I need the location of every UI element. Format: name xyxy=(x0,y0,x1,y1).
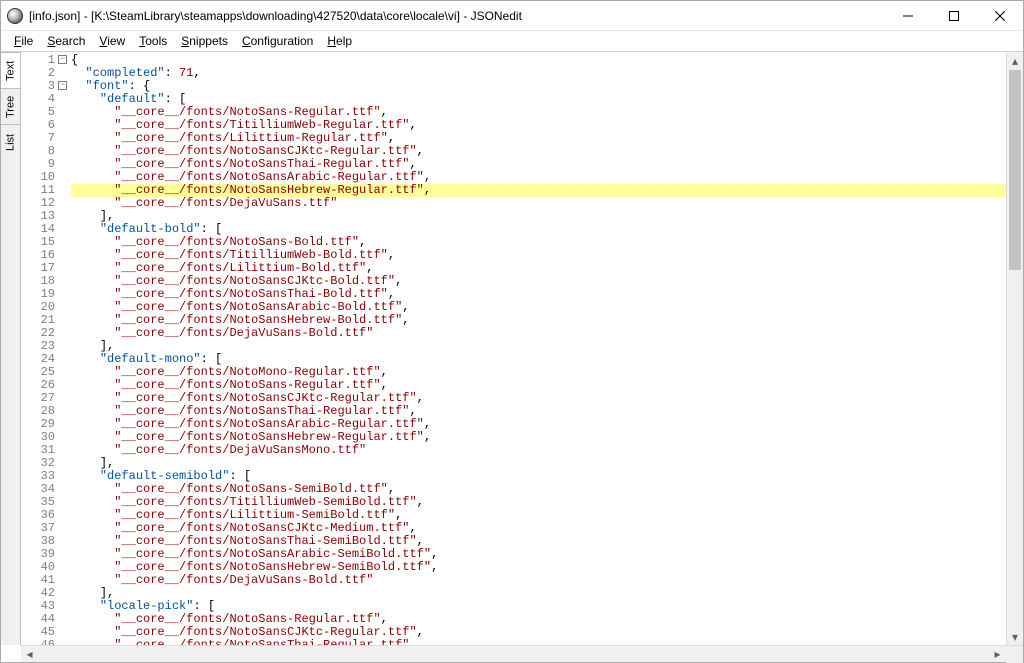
line-number-gutter: 1−23−45678910111213141516171819202122232… xyxy=(21,52,57,645)
menu-configuration[interactable]: Configuration xyxy=(235,32,320,50)
horizontal-scroll-track[interactable] xyxy=(38,646,989,662)
horizontal-scrollbar[interactable]: ◂ ▸ xyxy=(21,645,1023,662)
code-line[interactable]: "__core__/fonts/DejaVuSans-Bold.ttf" xyxy=(71,327,1006,340)
tab-tree[interactable]: Tree xyxy=(1,88,20,124)
vertical-scroll-thumb[interactable] xyxy=(1009,70,1021,270)
menu-view[interactable]: View xyxy=(92,32,132,50)
close-button[interactable] xyxy=(977,1,1023,31)
menu-help[interactable]: Help xyxy=(320,32,359,50)
menu-tools[interactable]: Tools xyxy=(132,32,174,50)
side-tabs: Text Tree List xyxy=(1,52,21,645)
maximize-button[interactable] xyxy=(931,1,977,31)
titlebar[interactable]: [info.json] - [K:\SteamLibrary\steamapps… xyxy=(1,1,1023,31)
editor[interactable]: 1−23−45678910111213141516171819202122232… xyxy=(21,52,1023,645)
tab-text[interactable]: Text xyxy=(1,52,20,88)
scrollbar-corner xyxy=(1006,646,1023,663)
menubar: File Search View Tools Snippets Configur… xyxy=(1,31,1023,52)
menu-snippets[interactable]: Snippets xyxy=(174,32,235,50)
vertical-scrollbar[interactable]: ▴ ▾ xyxy=(1006,52,1023,645)
scroll-up-arrow[interactable]: ▴ xyxy=(1007,52,1023,69)
scroll-left-arrow[interactable]: ◂ xyxy=(21,646,38,663)
code-line[interactable]: "__core__/fonts/DejaVuSans.ttf" xyxy=(71,197,1006,210)
code-line[interactable]: "completed": 71, xyxy=(71,67,1006,80)
window-title: [info.json] - [K:\SteamLibrary\steamapps… xyxy=(29,9,885,23)
tab-list[interactable]: List xyxy=(1,124,20,160)
code-line[interactable]: "font": { xyxy=(71,80,1006,93)
menu-search[interactable]: Search xyxy=(40,32,92,50)
minimize-button[interactable] xyxy=(885,1,931,31)
scroll-down-arrow[interactable]: ▾ xyxy=(1007,628,1023,645)
menu-file[interactable]: File xyxy=(7,32,40,50)
code-line[interactable]: { xyxy=(71,54,1006,67)
code-line[interactable]: "__core__/fonts/DejaVuSansMono.ttf" xyxy=(71,444,1006,457)
code-line[interactable]: "__core__/fonts/DejaVuSans-Bold.ttf" xyxy=(71,574,1006,587)
app-icon xyxy=(7,8,23,24)
code-area[interactable]: { "completed": 71, "font": { "default": … xyxy=(57,52,1006,645)
scroll-right-arrow[interactable]: ▸ xyxy=(989,646,1006,663)
